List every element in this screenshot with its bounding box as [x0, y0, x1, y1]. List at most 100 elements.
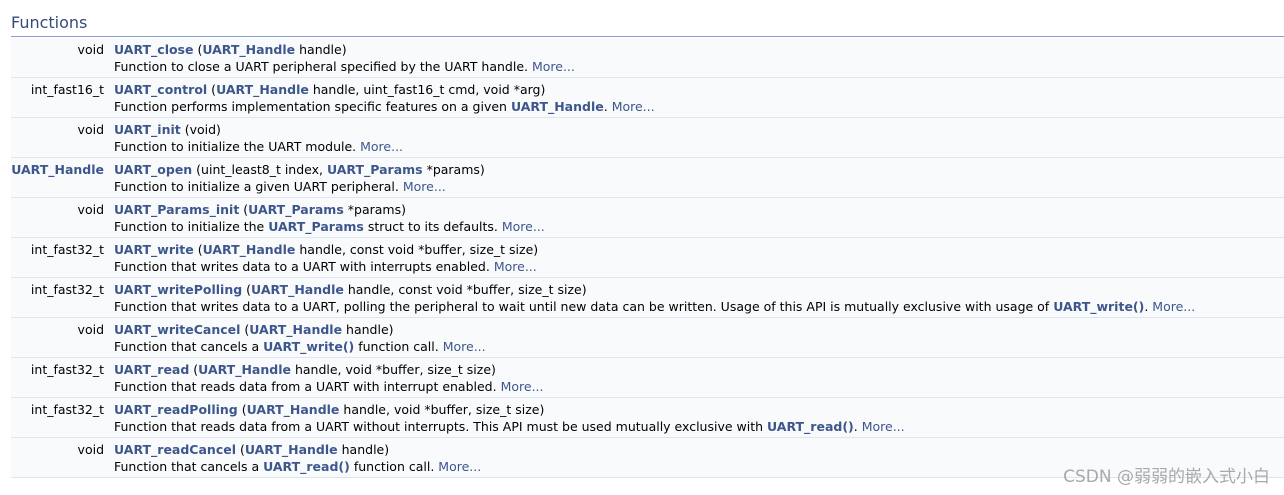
function-signature: UART_init (void) — [114, 121, 221, 138]
function-signature: UART_close (UART_Handle handle) — [114, 41, 347, 58]
function-name-link[interactable]: UART_readCancel — [114, 442, 236, 457]
function-name-link[interactable]: UART_open — [114, 162, 192, 177]
function-brief: Function that cancels a UART_read() func… — [114, 459, 481, 475]
type-link[interactable]: UART_Params — [327, 162, 423, 177]
type-link[interactable]: UART_Handle — [203, 242, 296, 257]
function-row: void UART_close (UART_Handle handle) Funct… — [11, 38, 1284, 78]
type-link[interactable]: UART_Handle — [245, 442, 338, 457]
type-link[interactable]: UART_Handle — [251, 282, 344, 297]
reference-link[interactable]: UART_Handle — [511, 99, 604, 114]
signature-text: ( — [207, 82, 217, 97]
function-signature: UART_writeCancel (UART_Handle handle) — [114, 321, 394, 338]
function-row: void UART_writeCancel (UART_Handle handle… — [11, 318, 1284, 358]
more-link[interactable]: More... — [443, 339, 486, 354]
function-brief: Function that cancels a UART_write() fun… — [114, 339, 486, 355]
function-signature: UART_write (UART_Handle handle, const vo… — [114, 241, 538, 258]
function-brief: Function performs implementation specifi… — [114, 99, 655, 115]
signature-text: ( — [242, 282, 252, 297]
function-brief: Function to initialize the UART module. … — [114, 139, 403, 155]
more-link[interactable]: More... — [494, 259, 537, 274]
brief-text: . — [853, 419, 862, 434]
brief-text: . — [603, 99, 612, 114]
section-title: Functions — [11, 13, 88, 32]
function-name-link[interactable]: UART_init — [114, 122, 181, 137]
return-type: void — [77, 442, 104, 457]
function-name-link[interactable]: UART_write — [114, 242, 194, 257]
function-name-link[interactable]: UART_writeCancel — [114, 322, 240, 337]
return-type: void — [77, 42, 104, 57]
brief-text: Function that cancels a — [114, 459, 264, 474]
type-link[interactable]: UART_Handle — [216, 82, 309, 97]
type-link[interactable]: UART_Handle — [249, 322, 342, 337]
return-type: int_fast32_t — [30, 242, 104, 257]
type-link[interactable]: UART_Handle — [198, 362, 291, 377]
reference-link[interactable]: UART_write() — [263, 339, 354, 354]
reference-link[interactable]: UART_read() — [767, 419, 854, 434]
more-link[interactable]: More... — [1152, 299, 1195, 314]
signature-text: handle, void *buffer, size_t size) — [339, 402, 545, 417]
signature-text: ( — [193, 242, 203, 257]
more-link[interactable]: More... — [532, 59, 575, 74]
brief-text: Function that cancels a — [114, 339, 264, 354]
more-link[interactable]: More... — [502, 219, 545, 234]
functions-table: void UART_close (UART_Handle handle) Funct… — [11, 38, 1284, 478]
brief-text: Function to initialize the UART module. — [114, 139, 361, 154]
function-signature: UART_control (UART_Handle handle, uint_f… — [114, 81, 545, 98]
more-link[interactable]: More... — [403, 179, 446, 194]
return-type: int_fast32_t — [30, 402, 104, 417]
brief-text: Function that writes data to a UART, pol… — [114, 299, 1054, 314]
brief-text: Function to close a UART peripheral spec… — [114, 59, 532, 74]
reference-link[interactable]: UART_Params — [268, 219, 364, 234]
function-brief: Function to initialize a given UART peri… — [114, 179, 446, 195]
more-link[interactable]: More... — [501, 379, 544, 394]
more-link[interactable]: More... — [612, 99, 655, 114]
signature-text: handle) — [337, 442, 390, 457]
function-signature: UART_read (UART_Handle handle, void *buf… — [114, 361, 496, 378]
signature-text: handle, uint_fast16_t cmd, void *arg) — [308, 82, 546, 97]
type-link[interactable]: UART_Handle — [202, 42, 295, 57]
brief-text: Function that reads data from a UART wit… — [114, 419, 768, 434]
signature-text: handle, const void *buffer, size_t size) — [295, 242, 539, 257]
function-name-link[interactable]: UART_close — [114, 42, 193, 57]
function-name-link[interactable]: UART_Params_init — [114, 202, 239, 217]
function-name-link[interactable]: UART_read — [114, 362, 189, 377]
function-signature: UART_Params_init (UART_Params *params) — [114, 201, 406, 218]
function-signature: UART_writePolling (UART_Handle handle, c… — [114, 281, 587, 298]
function-name-link[interactable]: UART_control — [114, 82, 207, 97]
more-link[interactable]: More... — [360, 139, 403, 154]
brief-text: function call. — [354, 339, 443, 354]
signature-text: ( — [193, 42, 203, 57]
function-brief: Function that writes data to a UART with… — [114, 259, 537, 275]
function-row: int_fast32_t UART_readPolling (UART_Handl… — [11, 398, 1284, 438]
watermark: CSDN @弱弱的嵌入式小白 — [1063, 467, 1270, 487]
return-type: void — [77, 202, 104, 217]
function-name-link[interactable]: UART_writePolling — [114, 282, 242, 297]
return-type: void — [77, 122, 104, 137]
signature-text: handle, void *buffer, size_t size) — [290, 362, 496, 377]
function-row: int_fast16_t UART_control (UART_Handle ha… — [11, 78, 1284, 118]
type-link[interactable]: UART_Params — [248, 202, 344, 217]
function-name-link[interactable]: UART_readPolling — [114, 402, 238, 417]
signature-text: handle) — [342, 322, 394, 337]
more-link[interactable]: More... — [862, 419, 905, 434]
signature-text: handle) — [295, 42, 347, 57]
type-link[interactable]: UART_Handle — [247, 402, 340, 417]
signature-text: ( — [240, 322, 250, 337]
function-brief: Function that reads data from a UART wit… — [114, 379, 544, 395]
brief-text: Function that writes data to a UART with… — [114, 259, 494, 274]
function-brief: Function that writes data to a UART, pol… — [114, 299, 1195, 315]
more-link[interactable]: More... — [438, 459, 481, 474]
brief-text: Function that reads data from a UART wit… — [114, 379, 501, 394]
reference-link[interactable]: UART_read() — [263, 459, 350, 474]
brief-text: struct to its defaults. — [363, 219, 502, 234]
reference-link[interactable]: UART_write() — [1053, 299, 1144, 314]
function-signature: UART_readCancel (UART_Handle handle) — [114, 441, 389, 458]
function-row: void UART_Params_init (UART_Params *param… — [11, 198, 1284, 238]
signature-text: ( — [236, 442, 245, 457]
function-brief: Function to initialize the UART_Params s… — [114, 219, 545, 235]
function-row: UART_Handle UART_open (uint_least8_t inde… — [11, 158, 1284, 198]
signature-text: ( — [237, 402, 247, 417]
return-type[interactable]: UART_Handle — [11, 161, 104, 178]
function-signature: UART_readPolling (UART_Handle handle, vo… — [114, 401, 544, 418]
function-row: int_fast32_t UART_write (UART_Handle hand… — [11, 238, 1284, 278]
